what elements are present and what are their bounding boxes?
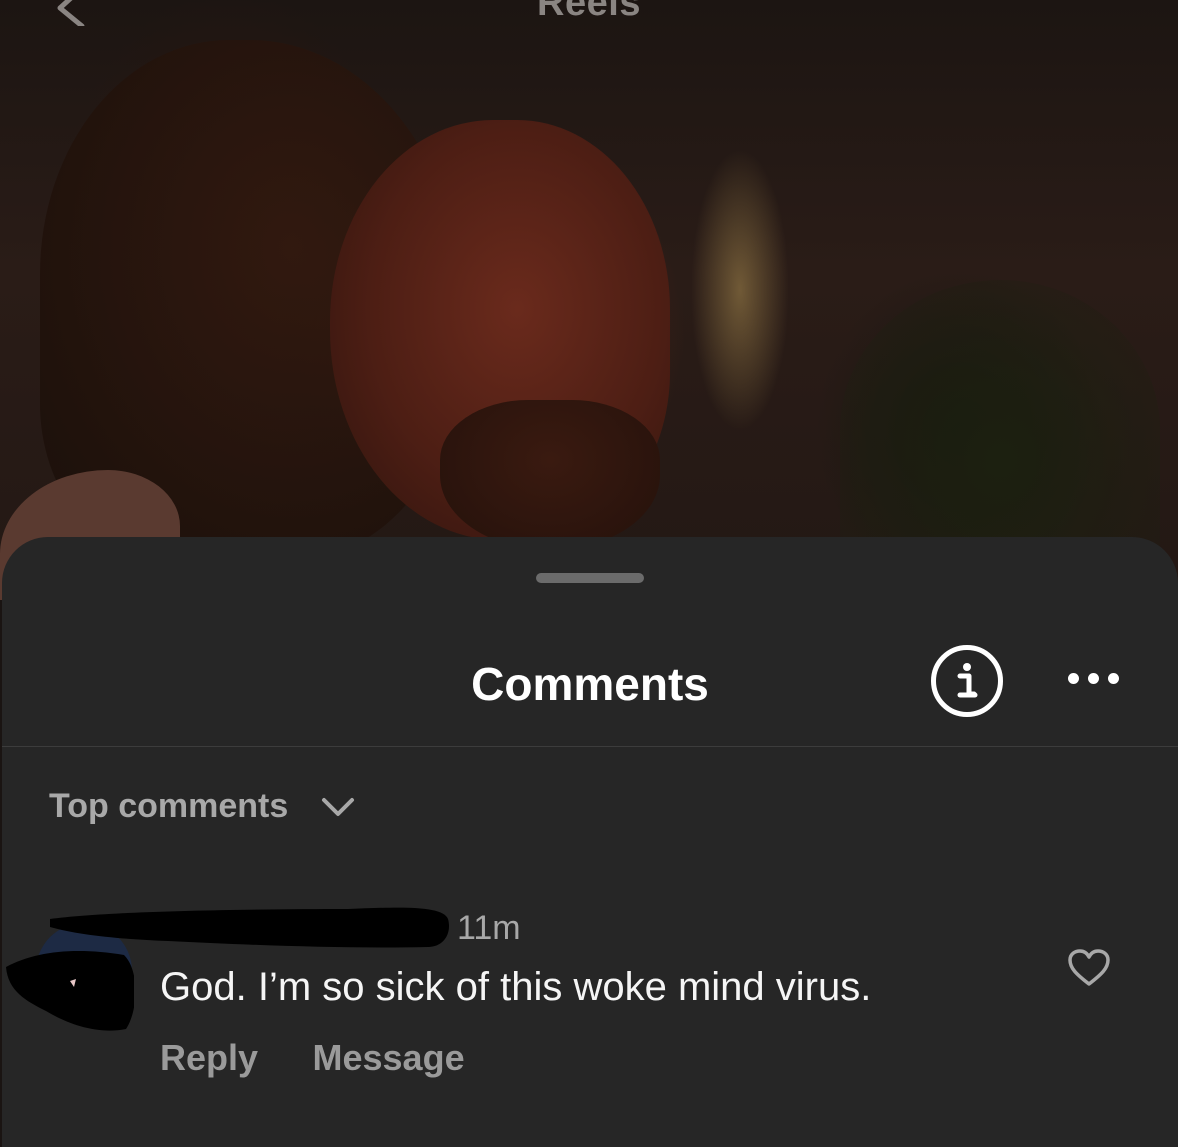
comment-actions: Reply Message xyxy=(160,1037,515,1079)
sort-dropdown[interactable]: Top comments xyxy=(49,787,355,831)
divider xyxy=(2,746,1178,747)
chevron-down-icon xyxy=(321,796,355,818)
sheet-header: Comments xyxy=(2,627,1178,747)
comment-timestamp: 11m xyxy=(457,909,521,947)
reel-frame-plant xyxy=(840,280,1160,580)
heart-outline-icon[interactable] xyxy=(1068,949,1110,987)
reel-video-background xyxy=(0,0,1178,600)
top-bar: Reels xyxy=(0,0,1178,50)
ellipsis-icon[interactable] xyxy=(1068,673,1122,687)
sort-label: Top comments xyxy=(49,787,289,825)
sheet-grabber-handle[interactable] xyxy=(536,573,644,583)
username-redacted[interactable] xyxy=(48,905,450,949)
comments-sheet: Comments Top comments 11m God. I’m so si… xyxy=(2,537,1178,1147)
comment-text: God. I’m so sick of this woke mind virus… xyxy=(160,965,872,1009)
info-circle-icon[interactable] xyxy=(931,645,1003,717)
reply-button[interactable]: Reply xyxy=(160,1037,258,1079)
comment-item: 11m God. I’m so sick of this woke mind v… xyxy=(2,897,1178,1097)
page-title: Reels xyxy=(537,0,641,24)
message-button[interactable]: Message xyxy=(313,1037,465,1079)
reel-frame-beard xyxy=(440,400,660,550)
